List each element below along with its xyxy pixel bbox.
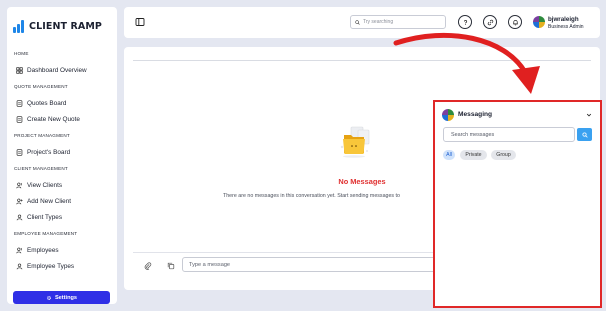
divider (133, 60, 591, 61)
sidebar-item-label: Create New Quote (27, 115, 80, 123)
sidebar-item-create-new-quote[interactable]: Create New Quote (16, 114, 80, 124)
copy-icon[interactable] (167, 262, 175, 270)
search-input[interactable] (363, 19, 443, 25)
sidebar-item-dashboard-overview[interactable]: Dashboard Overview (16, 65, 87, 75)
messaging-popup: Messaging All Private Group (433, 100, 602, 308)
sidebar-item-label: Client Types (27, 213, 63, 221)
logo-mark-icon (13, 19, 27, 33)
user-icon (16, 263, 23, 269)
notifications-button[interactable] (508, 15, 522, 29)
sidebar-item-label: View Clients (27, 181, 63, 189)
bell-icon (512, 19, 518, 25)
sidebar-item-label: Project's Board (27, 148, 71, 156)
sidebar-item-label: Quotes Board (27, 99, 67, 107)
sidebar-item-label: Add New Client (27, 197, 72, 205)
section-title-project-management: PROJECT MANAGMENT (14, 133, 70, 138)
user-avatar[interactable] (533, 16, 545, 28)
document-icon (16, 99, 23, 107)
message-search-input[interactable] (443, 127, 575, 142)
sidebar-item-label: Employee Types (27, 262, 75, 270)
sidebar-item-client-types[interactable]: Client Types (16, 212, 62, 222)
help-icon (463, 19, 467, 25)
chevron-down-icon[interactable] (586, 112, 592, 118)
link-icon (487, 19, 493, 25)
user-role: Business Admin (548, 24, 584, 30)
attachment-icon[interactable] (144, 262, 152, 270)
message-input[interactable] (182, 257, 442, 272)
section-title-client-management: CLIENT MANAGEMENT (14, 166, 68, 171)
settings-button[interactable]: Settings (13, 291, 110, 304)
sidebar-item-label: Employees (27, 246, 59, 254)
filter-chip-private[interactable]: Private (460, 150, 487, 160)
sidebar: CLIENT RAMP HOME Dashboard Overview QUOT… (7, 7, 117, 304)
filter-chip-all[interactable]: All (443, 150, 455, 160)
link-button[interactable] (483, 15, 497, 29)
sidebar-toggle-icon[interactable] (135, 17, 145, 27)
sidebar-item-projects-board[interactable]: Project's Board (16, 147, 70, 157)
logo-text: CLIENT RAMP (29, 20, 102, 32)
empty-state-text: There are no messages in this conversati… (223, 193, 400, 199)
filter-chip-group[interactable]: Group (491, 150, 516, 160)
sidebar-item-employees[interactable]: Employees (16, 245, 59, 255)
sidebar-item-label: Dashboard Overview (27, 66, 87, 74)
sidebar-item-quotes-board[interactable]: Quotes Board (16, 98, 66, 108)
settings-label: Settings (54, 294, 78, 301)
users-icon (16, 247, 22, 253)
section-title-quote-management: QUOTE MANAGEMENT (14, 84, 68, 89)
section-title-home: HOME (14, 51, 29, 56)
top-header: bjwraleigh Business Admin (124, 7, 600, 38)
message-search-button[interactable] (577, 128, 592, 141)
help-button[interactable] (458, 15, 472, 29)
document-icon (16, 115, 23, 123)
grid-icon (16, 66, 23, 74)
users-icon (16, 182, 22, 188)
document-icon (16, 148, 23, 156)
sidebar-item-employee-types[interactable]: Employee Types (16, 261, 74, 271)
user-plus-icon (16, 198, 23, 204)
sidebar-item-view-clients[interactable]: View Clients (16, 180, 62, 190)
popup-avatar (442, 109, 454, 121)
empty-folder-icon (340, 126, 370, 158)
gear-icon (46, 295, 51, 300)
sidebar-item-add-new-client[interactable]: Add New Client (16, 196, 71, 206)
search-icon (355, 19, 360, 25)
logo[interactable]: CLIENT RAMP (13, 17, 102, 35)
user-icon (16, 214, 23, 220)
section-title-employee-management: EMPLOYEE MANAGEMENT (14, 231, 78, 236)
search-icon (581, 131, 588, 138)
header-search (350, 15, 446, 29)
popup-title: Messaging (458, 111, 493, 118)
user-name: bjwraleigh (548, 16, 579, 23)
